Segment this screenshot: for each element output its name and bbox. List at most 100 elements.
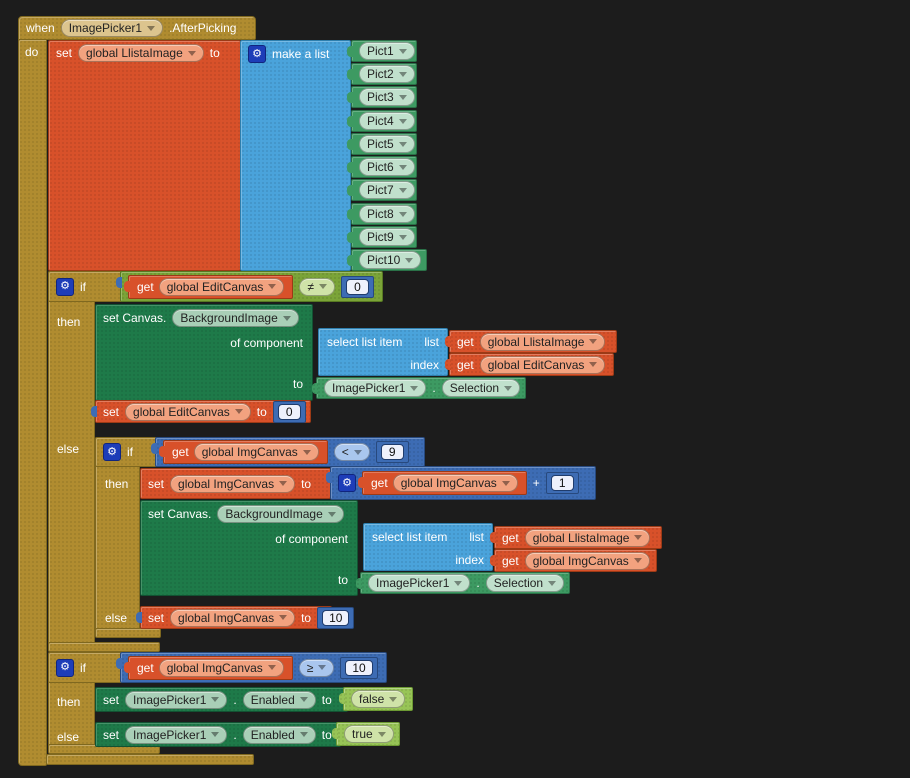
get-global-imgcanvas-block[interactable]: get global ImgCanvas — [163, 440, 328, 464]
number-block-1[interactable]: 1 — [546, 472, 579, 494]
component-dropdown-imagepicker[interactable]: ImagePicker1 — [125, 726, 227, 744]
if1-block-header[interactable]: ⚙ if — [48, 271, 124, 302]
event-block-spine[interactable] — [18, 39, 47, 766]
if1-block-bottom[interactable] — [48, 642, 160, 652]
pict5-block[interactable]: Pict5 — [351, 133, 417, 155]
imagepicker-selection-getter-block-2[interactable]: ImagePicker1 . Selection — [360, 572, 570, 594]
variable-dropdown-editcanvas[interactable]: global EditCanvas — [480, 356, 606, 374]
variable-dropdown-imgcanvas[interactable]: global ImgCanvas — [170, 609, 295, 627]
variable-dropdown-llistaimage[interactable]: global LlistaImage — [525, 529, 651, 547]
mutator-icon[interactable]: ⚙ — [56, 278, 74, 296]
pict10-dropdown[interactable]: Pict10 — [359, 251, 421, 269]
logic-true-block[interactable]: true — [336, 722, 400, 746]
when-imagepicker-afterpicking-block[interactable]: when ImagePicker1 .AfterPicking — [18, 16, 256, 40]
variable-dropdown-editcanvas[interactable]: global EditCanvas — [159, 278, 285, 296]
component-dropdown-imagepicker[interactable]: ImagePicker1 — [368, 574, 470, 592]
mutator-icon[interactable]: ⚙ — [248, 45, 266, 63]
operator-dropdown-gte[interactable]: ≥ — [299, 659, 335, 677]
event-block-footer[interactable] — [46, 754, 254, 765]
get-global-editcanvas-block[interactable]: get global EditCanvas — [128, 275, 293, 299]
get-global-imgcanvas-block[interactable]: get global ImgCanvas — [362, 471, 527, 495]
property-dropdown-backgroundimage[interactable]: BackgroundImage — [172, 309, 298, 327]
select-list-item-block-1[interactable]: select list item list index — [318, 328, 448, 376]
get-global-editcanvas-block-2[interactable]: get global EditCanvas — [449, 353, 614, 376]
property-dropdown-enabled[interactable]: Enabled — [243, 691, 316, 709]
logic-dropdown-true[interactable]: true — [344, 725, 394, 743]
property-dropdown-enabled[interactable]: Enabled — [243, 726, 316, 744]
pict7-block[interactable]: Pict7 — [351, 179, 417, 201]
if2-block-spine[interactable] — [95, 437, 140, 637]
logic-dropdown-false[interactable]: false — [351, 690, 405, 708]
number-field[interactable]: 0 — [346, 279, 369, 295]
number-field[interactable]: 9 — [381, 444, 404, 460]
variable-dropdown-llistaimage[interactable]: global LlistaImage — [480, 333, 606, 351]
mutator-icon[interactable]: ⚙ — [56, 659, 74, 677]
set-global-editcanvas-to-0-block[interactable]: set global EditCanvas to 0 — [95, 400, 311, 423]
pict1-block[interactable]: Pict1 — [351, 40, 417, 62]
component-dropdown-imagepicker[interactable]: ImagePicker1 — [125, 691, 227, 709]
pict1-dropdown[interactable]: Pict1 — [359, 42, 415, 60]
number-block-10[interactable]: 10 — [317, 607, 354, 629]
imagepicker-selection-getter-block-1[interactable]: ImagePicker1 . Selection — [316, 377, 526, 399]
pict9-block[interactable]: Pict9 — [351, 226, 417, 248]
get-global-llistaimage-block-2[interactable]: get global LlistaImage — [494, 526, 662, 549]
number-field[interactable]: 10 — [322, 610, 349, 626]
operator-dropdown-neq[interactable]: ≠ — [299, 278, 335, 296]
variable-dropdown-imgcanvas[interactable]: global ImgCanvas — [159, 659, 284, 677]
number-field[interactable]: 0 — [278, 404, 301, 420]
number-block-0[interactable]: 0 — [273, 401, 306, 423]
if3-block-header[interactable]: ⚙ if — [48, 652, 124, 683]
pict6-block[interactable]: Pict6 — [351, 156, 417, 178]
pict5-dropdown[interactable]: Pict5 — [359, 135, 415, 153]
variable-dropdown-editcanvas[interactable]: global EditCanvas — [125, 403, 251, 421]
number-block-10[interactable]: 10 — [340, 657, 377, 679]
property-dropdown-backgroundimage[interactable]: BackgroundImage — [217, 505, 343, 523]
get-global-llistaimage-block-1[interactable]: get global LlistaImage — [449, 330, 617, 353]
set-canvas-backgroundimage-block-2[interactable]: set Canvas. BackgroundImage of component… — [140, 500, 358, 596]
not-equal-comparison-block[interactable]: get global EditCanvas ≠ 0 — [120, 271, 383, 302]
pict8-dropdown[interactable]: Pict8 — [359, 205, 415, 223]
addition-block[interactable]: ⚙ get global ImgCanvas + 1 — [330, 466, 596, 500]
logic-false-block[interactable]: false — [343, 687, 413, 711]
pict3-dropdown[interactable]: Pict3 — [359, 88, 415, 106]
if2-block-header[interactable]: ⚙ if — [95, 437, 157, 467]
property-dropdown-selection[interactable]: Selection — [442, 379, 520, 397]
pict9-dropdown[interactable]: Pict9 — [359, 228, 415, 246]
number-field[interactable]: 1 — [551, 475, 574, 491]
event-component-dropdown[interactable]: ImagePicker1 — [61, 19, 163, 37]
variable-dropdown-llistaimage[interactable]: global LlistaImage — [78, 44, 204, 62]
get-global-imgcanvas-block-2[interactable]: get global ImgCanvas — [494, 549, 657, 572]
variable-dropdown-imgcanvas[interactable]: global ImgCanvas — [393, 474, 518, 492]
mutator-icon[interactable]: ⚙ — [103, 443, 121, 461]
set-imagepicker-enabled-block-then[interactable]: set ImagePicker1 . Enabled to — [95, 687, 348, 712]
pict6-dropdown[interactable]: Pict6 — [359, 158, 415, 176]
pict4-block[interactable]: Pict4 — [351, 110, 417, 132]
number-block-0[interactable]: 0 — [341, 276, 374, 298]
set-global-imgcanvas-to-10-block[interactable]: set global ImgCanvas to 10 — [140, 606, 332, 629]
pict2-block[interactable]: Pict2 — [351, 63, 417, 85]
pict8-block[interactable]: Pict8 — [351, 203, 417, 225]
variable-dropdown-imgcanvas[interactable]: global ImgCanvas — [194, 443, 319, 461]
make-a-list-block[interactable]: ⚙ make a list — [240, 40, 351, 271]
pict3-block[interactable]: Pict3 — [351, 86, 417, 108]
if2-block-bottom[interactable] — [95, 628, 161, 638]
set-canvas-backgroundimage-block-1[interactable]: set Canvas. BackgroundImage of component… — [95, 304, 313, 401]
set-global-imgcanvas-block[interactable]: set global ImgCanvas to — [140, 468, 331, 499]
operator-dropdown-lt[interactable]: < — [334, 443, 370, 461]
variable-dropdown-imgcanvas[interactable]: global ImgCanvas — [525, 552, 650, 570]
greater-equal-comparison-block[interactable]: get global ImgCanvas ≥ 10 — [120, 652, 387, 683]
pict7-dropdown[interactable]: Pict7 — [359, 181, 415, 199]
variable-dropdown-imgcanvas[interactable]: global ImgCanvas — [170, 475, 295, 493]
pict2-dropdown[interactable]: Pict2 — [359, 65, 415, 83]
pict4-dropdown[interactable]: Pict4 — [359, 112, 415, 130]
set-global-llistaimage-block[interactable]: set global LlistaImage to — [48, 40, 241, 271]
number-field[interactable]: 10 — [345, 660, 372, 676]
property-dropdown-selection[interactable]: Selection — [486, 574, 564, 592]
pict10-block[interactable]: Pict10 — [351, 249, 427, 271]
component-dropdown-imagepicker[interactable]: ImagePicker1 — [324, 379, 426, 397]
less-than-comparison-block[interactable]: get global ImgCanvas < 9 — [155, 437, 425, 467]
set-imagepicker-enabled-block-else[interactable]: set ImagePicker1 . Enabled to — [95, 722, 341, 747]
number-block-9[interactable]: 9 — [376, 441, 409, 463]
mutator-icon[interactable]: ⚙ — [338, 474, 356, 492]
select-list-item-block-2[interactable]: select list item list index — [363, 523, 493, 571]
